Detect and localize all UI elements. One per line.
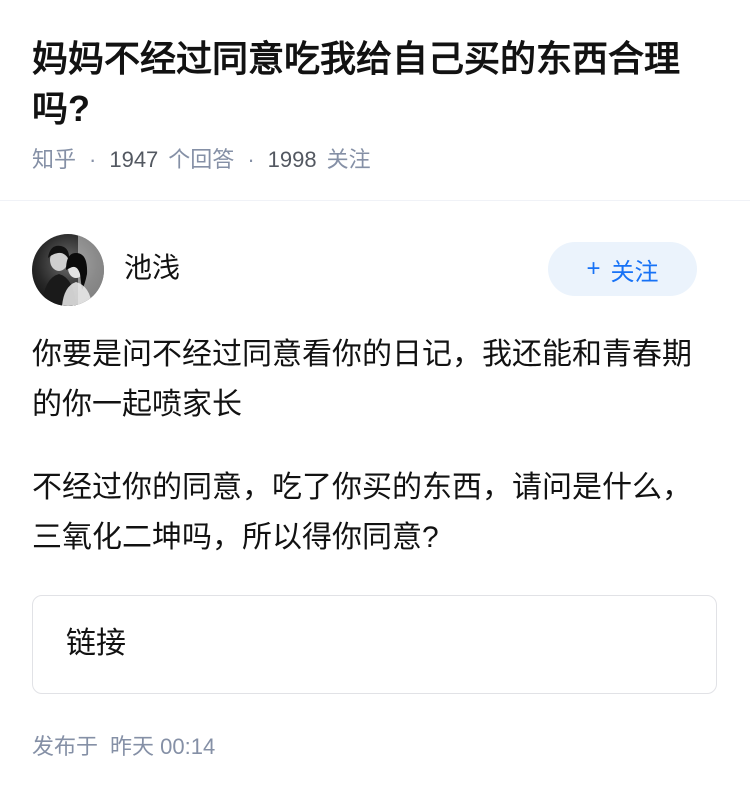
question-title[interactable]: 妈妈不经过同意吃我给自己买的东西合理吗? xyxy=(32,34,692,134)
answer-page: 妈妈不经过同意吃我给自己买的东西合理吗? 知乎 · 1947 个回答 · 1998 关注 池… xyxy=(0,0,750,798)
source-label[interactable]: 知乎 xyxy=(32,147,76,172)
section-divider xyxy=(0,200,750,201)
publish-time: 昨天 00:14 xyxy=(110,734,216,759)
answer-content: 你要是问不经过同意看你的日记，我还能和青春期的你一起喷家长 不经过你的同意，吃了… xyxy=(32,330,718,596)
link-card-label: 链接 xyxy=(66,627,126,660)
follower-count-label: 关注 xyxy=(326,147,371,172)
follow-button[interactable]: + 关注 xyxy=(548,242,697,296)
publish-info: 发布于 昨天 00:14 xyxy=(32,732,215,762)
meta-separator: · xyxy=(89,147,97,172)
author-name[interactable]: 池浅 xyxy=(124,249,180,287)
avatar-photo-icon xyxy=(32,234,104,306)
answer-count: 1947 xyxy=(109,147,159,172)
publish-label: 发布于 xyxy=(32,734,99,759)
avatar[interactable] xyxy=(32,234,104,306)
question-meta: 知乎 · 1947 个回答 · 1998 关注 xyxy=(32,144,371,176)
meta-separator: · xyxy=(247,147,255,172)
plus-icon: + xyxy=(586,255,601,282)
follower-count: 1998 xyxy=(267,147,317,172)
answer-count-label: 个回答 xyxy=(168,147,235,172)
answer-paragraph: 不经过你的同意，吃了你买的东西，请问是什么，三氧化二坤吗，所以得你同意? xyxy=(32,471,692,554)
follow-button-label: 关注 xyxy=(610,258,659,286)
answer-paragraph: 你要是问不经过同意看你的日记，我还能和青春期的你一起喷家长 xyxy=(32,338,692,421)
link-card[interactable]: 链接 xyxy=(32,595,717,694)
